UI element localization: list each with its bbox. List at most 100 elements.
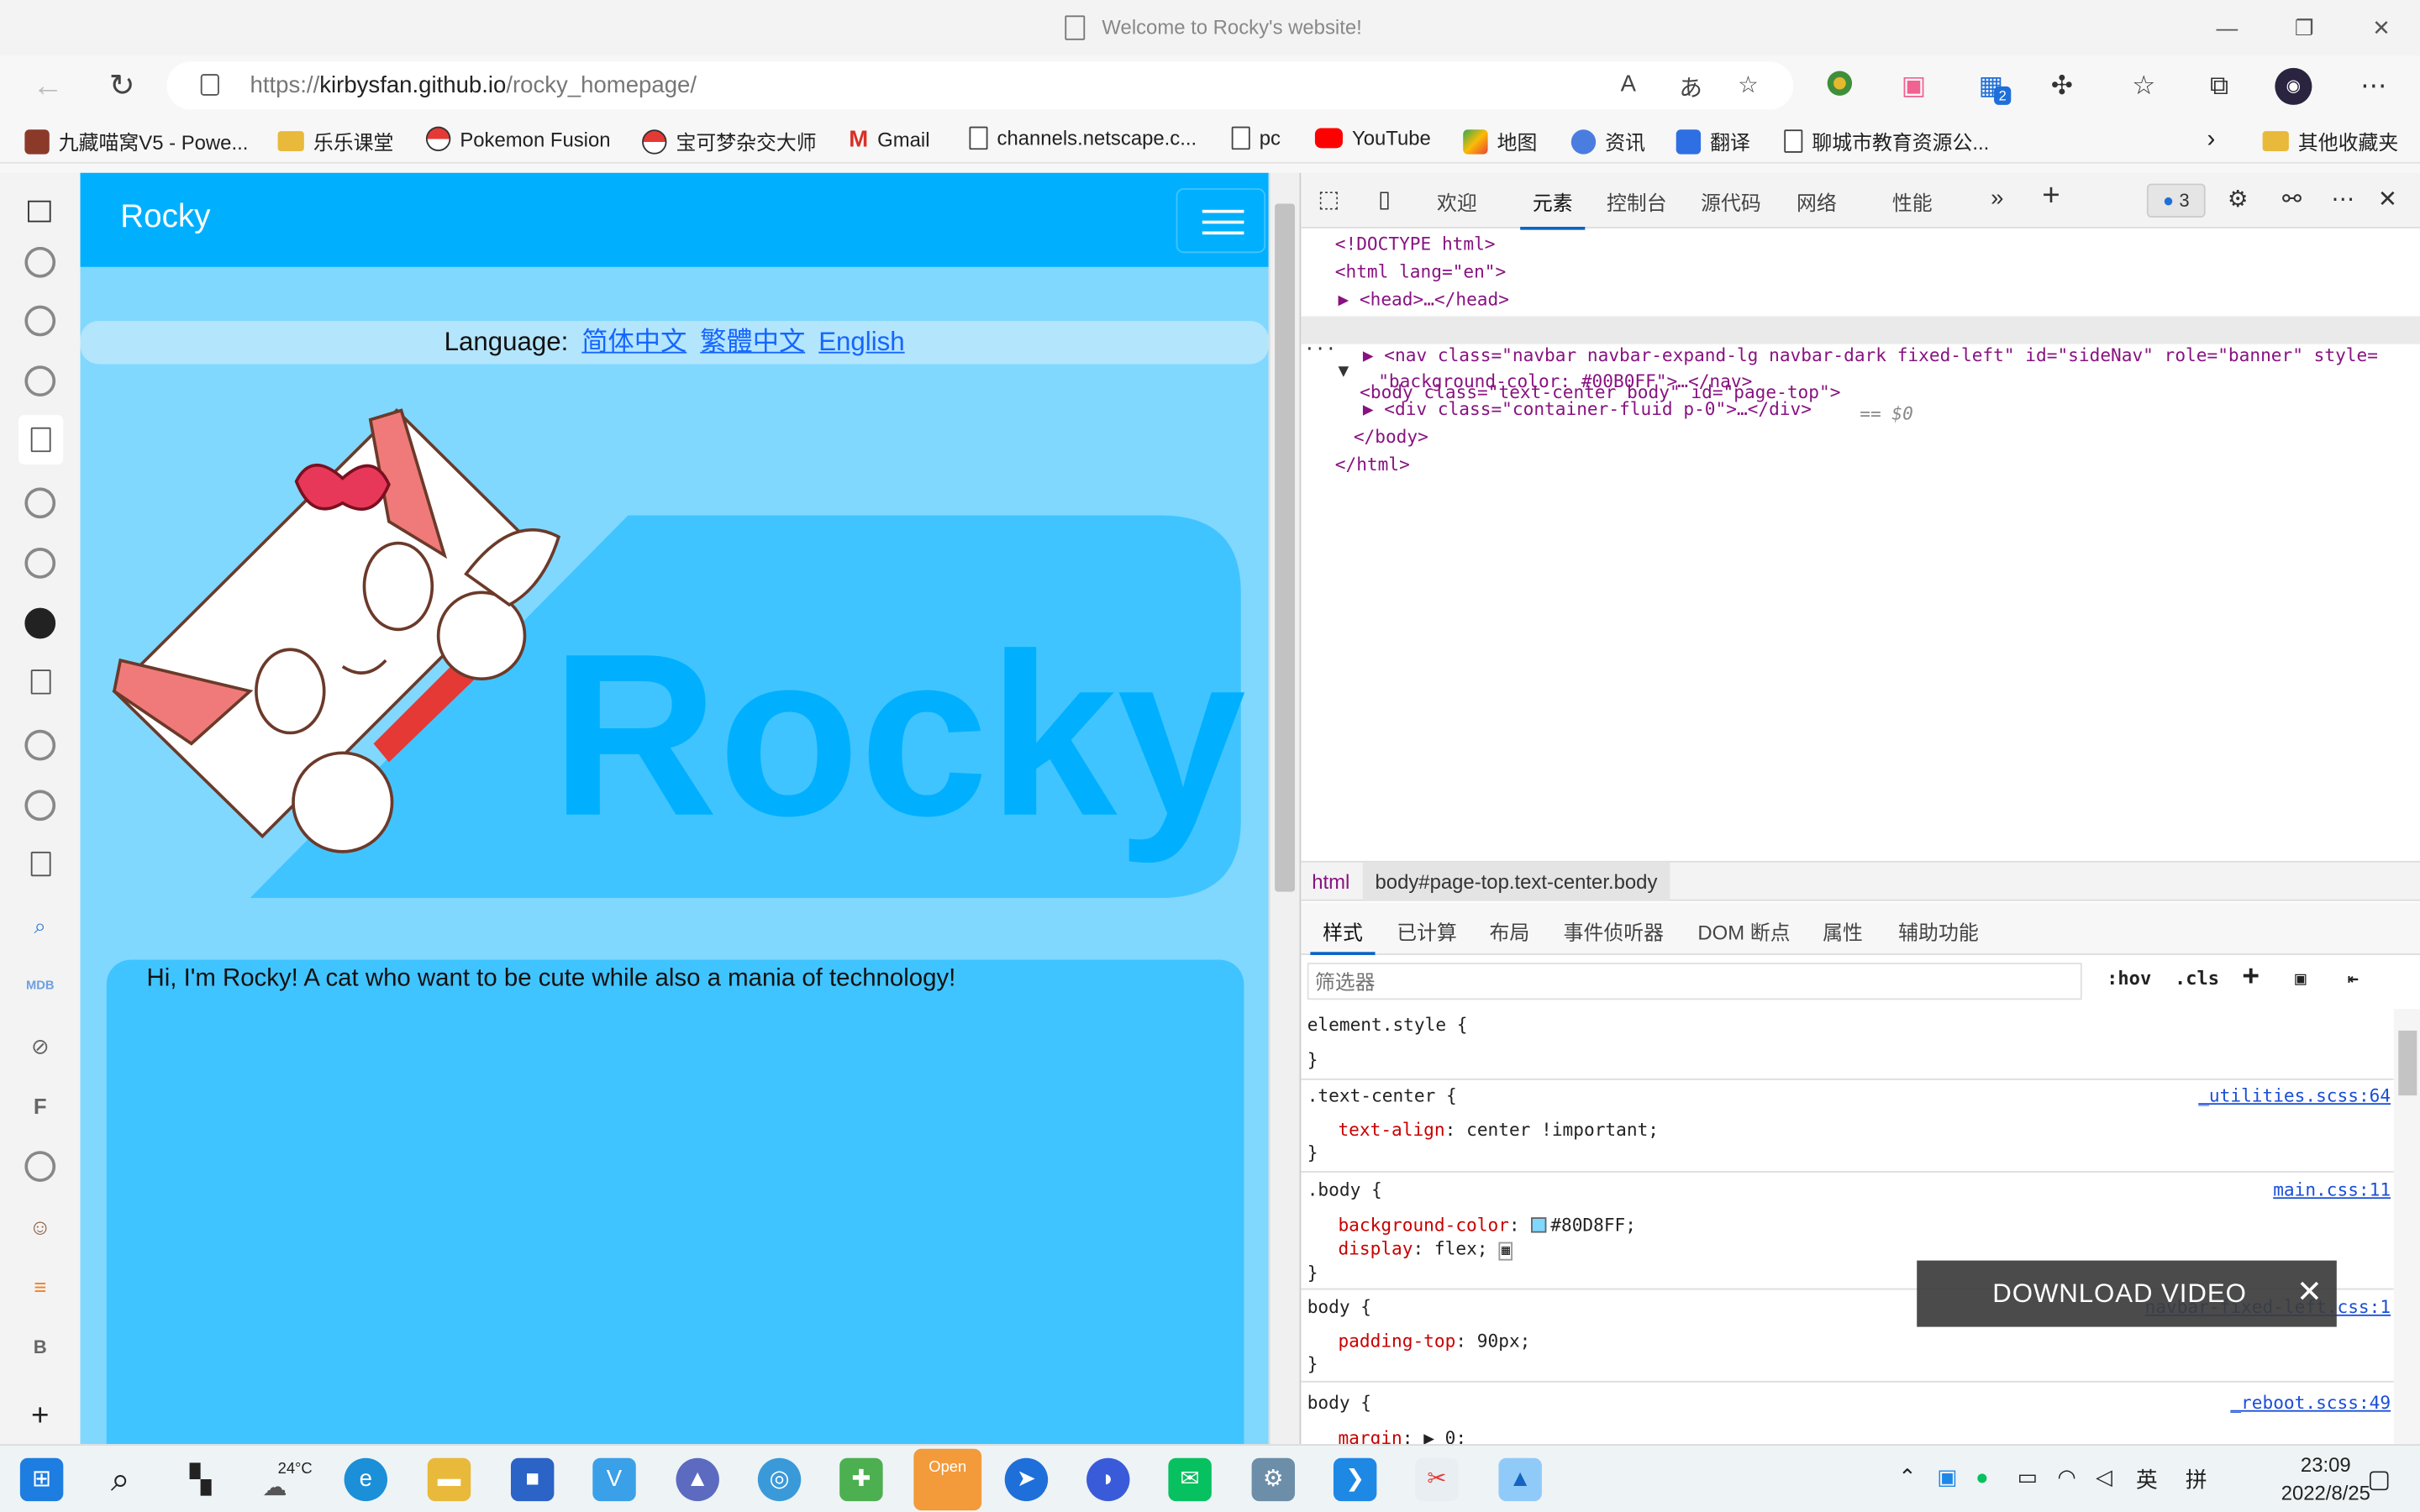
favorite-item[interactable]: 宝可梦杂交大师 [642,127,817,156]
favorite-item[interactable]: pc [1231,126,1281,150]
color-swatch[interactable] [1530,1217,1546,1233]
notification-icon[interactable]: ▢ [2368,1464,2391,1495]
file-explorer-icon[interactable]: ▬ [427,1457,471,1502]
dom-nav-node[interactable]: ▶ <nav class="navbar navbar-expand-lg na… [1363,344,2378,366]
tab-network[interactable]: 网络 [1797,186,1837,216]
tab-styles[interactable]: 样式 [1310,916,1376,955]
rule-selector[interactable]: body { [1307,1392,1371,1414]
photos-icon[interactable]: ▲ [1498,1457,1542,1502]
other-favorites-folder[interactable]: 其他收藏夹 [2262,127,2398,156]
site-brand[interactable]: Rocky [120,199,210,236]
extension-globe-icon[interactable] [1821,68,1858,105]
add-tab-icon[interactable]: + [2036,179,2067,214]
chevron-right-icon[interactable]: › [2207,127,2216,155]
start-button[interactable]: ⊞ [19,1457,64,1502]
tab-welcome[interactable]: 欢迎 [1437,186,1477,216]
rule-selector[interactable]: .text-center { [1307,1084,1457,1106]
scrollbar-thumb[interactable] [1275,203,1296,892]
lock-icon[interactable] [200,74,219,96]
store-icon[interactable]: ■ [510,1457,555,1502]
github-icon[interactable] [24,487,56,519]
new-tab-icon[interactable]: + [24,1401,55,1432]
weather-widget[interactable]: 24°C ☁ [260,1458,315,1501]
dom-html-open[interactable]: <html lang="en"> [1335,260,1506,282]
search-icon[interactable]: ⌕ [24,911,55,942]
dom-nav-node-cont[interactable]: "background-color: #00B0FF">…</nav> [1378,370,1752,392]
hamburger-menu-button[interactable] [1176,188,1266,254]
styles-scrollbar[interactable] [2393,1009,2420,1445]
new-rule-icon[interactable]: + [2243,959,2260,992]
app-icon[interactable]: ➤ [1004,1457,1049,1502]
issues-counter[interactable]: ● 3 [2146,183,2206,218]
rule-declaration[interactable]: display: flex; ▦ [1338,1237,1513,1261]
bing-icon[interactable]: B [24,1331,55,1362]
battery-icon[interactable]: ▭ [2018,1464,2038,1490]
app-icon[interactable]: V [592,1457,636,1502]
tab-performance[interactable]: 性能 [1892,186,1933,216]
app-icon[interactable]: ✚ [839,1457,883,1502]
tray-wechat-icon[interactable]: ● [1975,1464,1989,1488]
rule-declaration[interactable]: padding-top: 90px; [1338,1330,1530,1352]
favorite-item[interactable]: YouTube [1314,127,1431,150]
page-icon[interactable] [30,851,51,877]
hov-toggle[interactable]: :hov [2107,968,2151,990]
ime-language[interactable]: 英 [2136,1464,2158,1495]
tab-actions-icon[interactable] [28,200,51,223]
settings-icon[interactable]: ⚙ [1251,1457,1296,1502]
favorite-item[interactable]: Pokemon Fusion [425,126,611,151]
tab-console[interactable]: 控制台 [1607,186,1667,216]
volume-icon[interactable]: ◁ [2096,1464,2112,1490]
more-tabs-icon[interactable]: » [1981,185,2012,211]
styles-filter-input[interactable] [1307,963,2082,1000]
ime-mode[interactable]: 拼 [2186,1464,2207,1495]
extensions-icon[interactable]: ✣ [2044,68,2081,105]
toggle-sidebar-icon[interactable]: ⇤ [2348,968,2359,990]
github-icon[interactable] [24,607,56,639]
github-icon[interactable] [24,246,56,278]
openroot-icon[interactable]: Open [913,1448,982,1511]
rule-declaration[interactable]: margin: ▶ 0; [1338,1427,1466,1444]
mdb-icon[interactable]: MDB [24,970,55,1001]
add-favorite-icon[interactable]: ☆ [1738,71,1759,98]
favorite-item[interactable]: M Gmail [849,127,929,153]
download-video-label[interactable]: DOWNLOAD VIDEO [1992,1279,2247,1310]
framer-icon[interactable]: F [24,1091,55,1122]
favorite-item[interactable]: 乐乐课堂 [277,127,393,156]
wifi-icon[interactable]: ◠ [2057,1464,2075,1490]
translate-icon[interactable]: あ [1679,71,1702,103]
page-icon[interactable] [30,427,51,453]
favorite-item[interactable]: 资讯 [1570,127,1645,156]
close-window-button[interactable]: ✕ [2359,9,2405,46]
bilibili-extension-icon[interactable]: ▣ [1896,68,1933,105]
vscode-icon[interactable]: ❯ [1333,1457,1377,1502]
rule-declaration[interactable]: background-color: #80D8FF; [1338,1215,1636,1236]
system-clock[interactable]: 23:09 2022/8/25 [2281,1452,2370,1507]
breadcrumb-html[interactable]: html [1312,870,1349,894]
dom-html-close[interactable]: </html> [1335,454,1410,475]
tab-accessibility[interactable]: 辅助功能 [1898,916,1979,946]
lang-traditional-chinese-link[interactable]: 繁體中文 [700,327,805,356]
breadcrumb-body[interactable]: body#page-top.text-center.body [1362,862,1670,901]
tab-dom-breakpoints[interactable]: DOM 断点 [1697,916,1790,946]
rule-declaration[interactable]: text-align: center !important; [1338,1119,1659,1141]
tab-sources[interactable]: 源代码 [1701,186,1761,216]
scrollbar-thumb[interactable] [2398,1030,2417,1096]
connections-icon[interactable]: ⚯ [2276,185,2307,213]
read-aloud-icon[interactable]: A [1621,71,1636,97]
dom-head-node[interactable]: ▶ <head>…</head> [1338,288,1509,310]
minimize-button[interactable]: — [2204,9,2250,46]
profile-avatar[interactable]: ◉ [2275,67,2312,105]
collections-button-icon[interactable]: ⧉ [2201,68,2238,105]
github-icon[interactable] [24,548,56,579]
github-icon[interactable] [24,305,56,337]
github-icon[interactable] [24,365,56,397]
tab-computed[interactable]: 已计算 [1397,916,1457,946]
lang-english-link[interactable]: English [818,327,904,356]
page-icon[interactable] [30,669,51,695]
search-icon[interactable]: ⌕ [99,1458,142,1501]
task-view-icon[interactable]: ▚ [179,1458,222,1501]
edge-icon[interactable]: e [344,1457,388,1502]
more-options-icon[interactable]: ⋯ [2328,185,2359,213]
favorite-item[interactable]: 翻译 [1676,127,1750,156]
inspect-element-icon[interactable]: ⬚ [1313,185,1344,213]
